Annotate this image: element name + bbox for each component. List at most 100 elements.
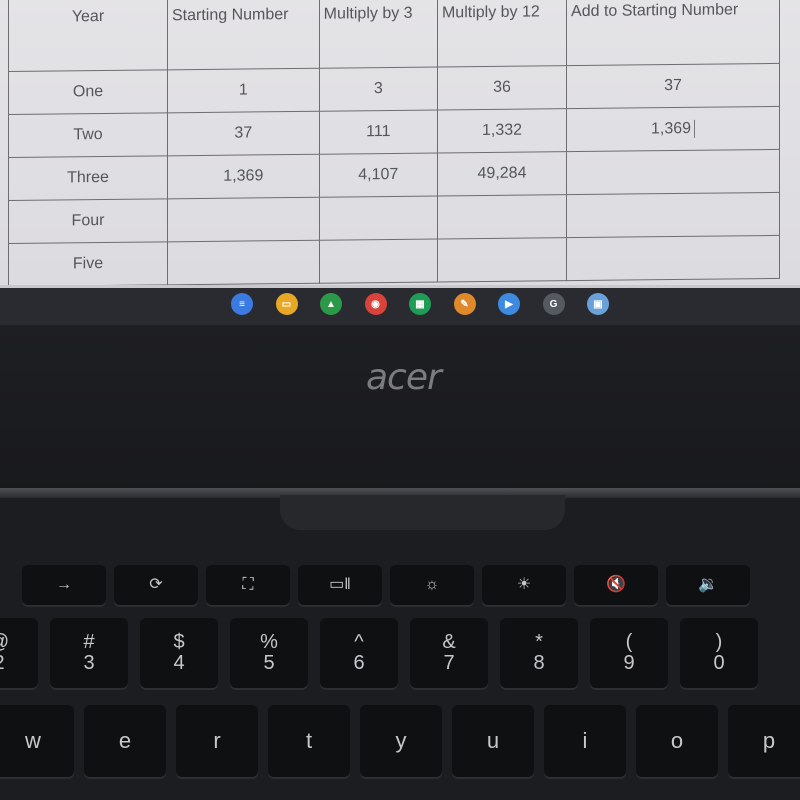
table-cell[interactable]: 49,284 <box>437 151 567 197</box>
docs-icon[interactable]: ≡ <box>231 293 253 315</box>
row-label: Three <box>8 155 168 201</box>
number-key[interactable]: % 5 <box>230 618 308 688</box>
table-cell[interactable] <box>437 237 567 283</box>
key-digit: 6 <box>353 652 365 674</box>
table-cell[interactable] <box>566 149 780 195</box>
cell-value: Five <box>72 255 104 273</box>
cell-value: 1,369 <box>223 167 264 185</box>
table-row: Five <box>8 235 780 287</box>
key-digit: 4 <box>173 652 185 674</box>
number-key[interactable]: & 7 <box>410 618 488 688</box>
key-symbol: @ <box>0 632 9 653</box>
table-header-row: Year Starting Number Multiply by 3 Multiply… <box>8 0 780 72</box>
table-cell[interactable]: 4,107 <box>319 153 438 198</box>
cell-value: 111 <box>366 122 391 141</box>
chromeos-shelf <box>0 285 800 328</box>
chrome-icon[interactable]: ◉ <box>364 293 387 315</box>
cell-value: Three <box>67 168 109 187</box>
cell-value: 1 <box>238 81 248 99</box>
text-cursor <box>694 119 696 138</box>
letter-key[interactable]: i <box>544 705 626 777</box>
number-key[interactable]: #3 <box>50 618 128 688</box>
data-table: Year Starting Number Multiply by 3 Multiply… <box>8 0 780 287</box>
key-digit: 7 <box>443 652 455 674</box>
letter-key[interactable]: p <box>728 705 800 777</box>
table-cell[interactable]: 1 <box>167 68 320 113</box>
function-key[interactable]: → <box>22 565 106 605</box>
table-cell[interactable] <box>167 240 320 285</box>
number-key[interactable]: ) 0 <box>680 618 758 688</box>
number-key[interactable]: ^ 6 <box>320 618 398 688</box>
play-store-icon[interactable]: ▶ <box>498 293 520 315</box>
function-key[interactable]: ☀ <box>482 565 566 605</box>
table-cell[interactable] <box>319 239 438 284</box>
files-icon[interactable]: ▣ <box>587 293 609 315</box>
function-key[interactable]: 🔉 <box>666 565 750 605</box>
table-cell[interactable] <box>319 196 438 241</box>
row-label: Four <box>8 198 168 244</box>
table-cell[interactable] <box>566 235 780 281</box>
row-label: Two <box>8 112 168 158</box>
key-symbol: $ <box>173 631 185 653</box>
slides-icon[interactable]: ▭ <box>275 293 298 315</box>
letter-key[interactable]: e <box>84 705 166 777</box>
letter-key[interactable]: y <box>360 705 442 777</box>
letter-key[interactable]: o <box>636 705 718 777</box>
number-key[interactable]: @2 <box>0 618 38 688</box>
cell-value: 37 <box>234 124 253 142</box>
acer-logo: acer <box>366 357 442 398</box>
table-cell[interactable] <box>566 192 780 238</box>
key-symbol: ^ <box>354 631 364 653</box>
cell-value: 1,332 <box>481 121 523 140</box>
table-cell[interactable]: 3 <box>319 67 438 112</box>
table-cell[interactable] <box>167 197 320 242</box>
google-icon[interactable]: G <box>542 293 565 315</box>
cell-value: Two <box>73 126 103 144</box>
function-key[interactable]: 🔇 <box>574 565 658 605</box>
key-digit: 2 <box>0 653 5 674</box>
cell-value: 3 <box>373 80 383 98</box>
column-header: Starting Number <box>167 0 320 70</box>
cell-value: One <box>72 83 104 101</box>
app-icon[interactable]: ✎ <box>453 293 476 315</box>
key-digit: 3 <box>83 652 95 674</box>
key-symbol: % <box>260 631 278 653</box>
cell-value: Four <box>71 211 105 230</box>
key-digit: 9 <box>623 652 635 674</box>
cell-value: 1,369 <box>651 119 692 138</box>
table-cell[interactable]: 111 <box>319 110 438 155</box>
lid-notch <box>280 495 565 530</box>
letter-key[interactable]: w <box>0 705 74 777</box>
column-header: Year <box>8 0 168 72</box>
row-label: Five <box>8 241 168 287</box>
function-key[interactable]: ⛶ <box>206 565 290 605</box>
table-cell[interactable]: 1,332 <box>437 108 567 154</box>
table-cell[interactable]: 37 <box>566 63 780 109</box>
sheets-icon[interactable]: ▦ <box>409 293 431 315</box>
key-digit: 0 <box>713 652 725 674</box>
table-cell[interactable]: 37 <box>167 111 320 156</box>
table-cell[interactable]: 36 <box>437 65 567 111</box>
column-header: Multiply by 12 <box>437 0 567 68</box>
letter-key[interactable]: u <box>452 705 534 777</box>
table-cell[interactable]: 1,369 <box>167 154 320 199</box>
number-key[interactable]: (9 <box>590 618 668 688</box>
letter-key[interactable]: r <box>176 705 258 777</box>
key-symbol: ) <box>715 631 723 653</box>
number-key[interactable]: * 8 <box>500 618 578 688</box>
table-cell[interactable]: 1,369 <box>566 106 780 152</box>
table-cell[interactable] <box>437 194 567 240</box>
number-key[interactable]: $4 <box>140 618 218 688</box>
function-key[interactable]: ▭ǁ <box>298 565 382 605</box>
key-symbol: & <box>442 631 456 653</box>
key-digit: 5 <box>263 652 275 674</box>
cell-value: 36 <box>493 78 511 96</box>
drive-icon[interactable]: ▲ <box>320 293 342 315</box>
function-key[interactable]: ⟳ <box>114 565 198 605</box>
letter-key[interactable]: t <box>268 705 350 777</box>
column-header: Add to Starting Number <box>566 0 780 66</box>
function-key[interactable]: ☼ <box>390 565 474 605</box>
row-label: One <box>8 69 168 115</box>
cell-value: 37 <box>664 76 682 95</box>
key-symbol: * <box>535 631 543 653</box>
